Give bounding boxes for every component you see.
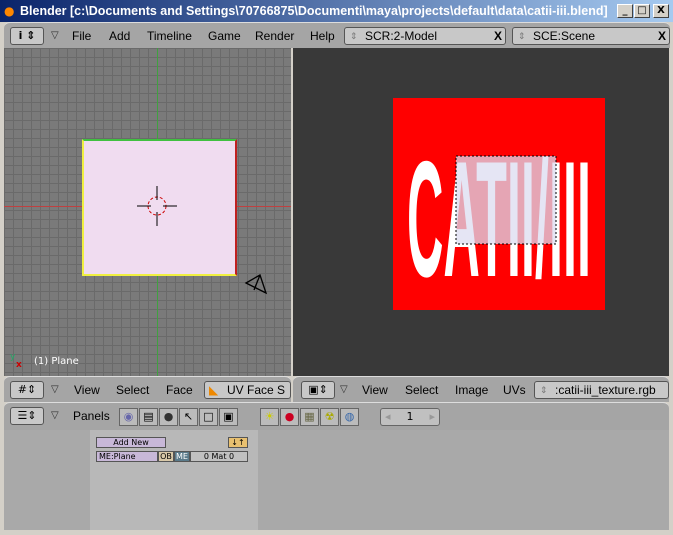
object-label: (1) Plane [34,356,79,367]
menu-view[interactable]: View [74,383,100,397]
window-title: Blender [c:\Documents and Settings\70766… [20,4,608,18]
image-selector[interactable]: ⇕:catii-iii_texture.rgb [534,381,669,399]
axis-y-label: y [10,352,16,362]
delete-screen-icon[interactable]: X [494,28,502,44]
buttons-panel-area: Add New ↓↑ ME:Plane OB ME 0 Mat 0 [4,430,669,530]
logic-icon[interactable]: ◉ [119,408,138,426]
me-button[interactable]: ME [174,451,190,462]
scene-selector[interactable]: ⇕ SCE:Scene X [512,27,670,45]
info-icon[interactable]: i ⇕ [10,27,44,45]
collapse-triangle-icon[interactable]: ▽ [51,384,59,395]
scene-icon[interactable]: ▣ [219,408,238,426]
screen-selector[interactable]: ⇕ SCR:2-Model X [344,27,506,45]
scene-name: SCE:Scene [533,29,596,43]
panels-label: Panels [73,409,110,423]
delete-scene-icon[interactable]: X [658,28,666,44]
maximize-button[interactable]: □ [634,4,650,18]
menu-add[interactable]: Add [109,29,130,43]
3d-view-header: #⇕ ▽ View Select Face ◣ UV Face S [4,376,291,402]
menu-view[interactable]: View [362,383,388,397]
menu-file[interactable]: File [72,29,91,43]
axis-x-label: x [16,360,22,370]
collapse-triangle-icon[interactable]: ▽ [51,410,59,421]
camera-icon[interactable] [244,273,270,297]
close-button[interactable]: X [653,4,669,18]
radiosity-icon[interactable]: ☢ [320,408,339,426]
minimize-button[interactable]: _ [617,4,633,18]
menu-face[interactable]: Face [166,383,193,397]
3d-cursor-icon [137,186,177,226]
image-editor-icon[interactable]: ▣⇕ [301,381,335,399]
mesh-name-field[interactable]: ME:Plane [96,451,158,462]
ob-button[interactable]: OB [158,451,174,462]
menu-render[interactable]: Render [255,29,294,43]
material-icon[interactable]: ● [280,408,299,426]
shading-icon[interactable]: ● [159,408,178,426]
menu-timeline[interactable]: Timeline [147,29,192,43]
frame-stepper[interactable]: ◂ 1 ▸ [380,408,440,426]
add-new-button[interactable]: Add New [96,437,166,448]
menu-select[interactable]: Select [405,383,438,397]
main-menu-header: i ⇕ ▽ File Add Timeline Game Render Help… [4,22,670,48]
world-icon[interactable]: ◍ [340,408,359,426]
material-index-stepper[interactable]: 0 Mat 0 [190,451,248,462]
link-materials-panel: Add New ↓↑ ME:Plane OB ME 0 Mat 0 [90,430,258,530]
object-icon[interactable]: ↖ [179,408,198,426]
menu-image[interactable]: Image [455,383,488,397]
editing-icon[interactable]: □ [199,408,218,426]
image-name: :catii-iii_texture.rgb [555,383,656,397]
mode-label: UV Face S [227,383,286,397]
mode-selector[interactable]: ◣ UV Face S [204,381,291,399]
frame-value: 1 [406,410,414,423]
texture-image: CATII/III [393,98,605,310]
copy-paste-buttons[interactable]: ↓↑ [228,437,248,448]
image-editor-header: ▣⇕ ▽ View Select Image UVs ⇕:catii-iii_t… [293,376,669,402]
script-icon[interactable]: ▤ [139,408,158,426]
collapse-triangle-icon[interactable]: ▽ [51,30,59,41]
menu-game[interactable]: Game [208,29,241,43]
buttons-window-icon[interactable]: ☰⇕ [10,407,44,425]
collapse-triangle-icon[interactable]: ▽ [340,384,348,395]
screen-name: SCR:2-Model [365,29,438,43]
title-bar: ● Blender [c:\Documents and Settings\707… [0,0,673,22]
grid-icon[interactable]: #⇕ [10,381,44,399]
lamp-icon[interactable]: ☀ [260,408,279,426]
buttons-window-header: ☰⇕ ▽ Panels ◉ ▤ ● ↖ □ ▣ ☀ ● ▦ ☢ ◍ ◂ 1 ▸ [4,402,669,430]
uv-mode-icon: ◣ [209,383,219,397]
image-editor[interactable]: CATII/III [293,48,669,376]
add-new-label: Add New [113,438,149,447]
menu-select[interactable]: Select [116,383,149,397]
blender-logo-icon: ● [4,4,15,18]
texture-icon[interactable]: ▦ [300,408,319,426]
3d-viewport[interactable]: y x (1) Plane [4,48,291,376]
menu-help[interactable]: Help [310,29,335,43]
menu-uvs[interactable]: UVs [503,383,526,397]
